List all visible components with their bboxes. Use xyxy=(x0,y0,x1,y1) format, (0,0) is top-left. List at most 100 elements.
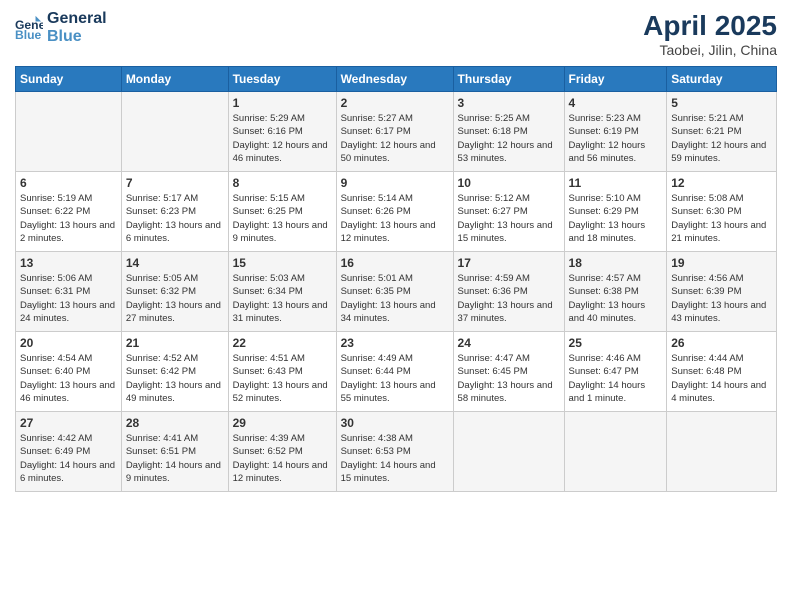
day-cell: 11 Sunrise: 5:10 AMSunset: 6:29 PMDayligh… xyxy=(564,172,667,252)
day-info: Sunrise: 5:29 AMSunset: 6:16 PMDaylight:… xyxy=(233,112,332,165)
col-thursday: Thursday xyxy=(453,67,564,92)
day-number: 27 xyxy=(20,416,117,430)
day-number: 12 xyxy=(671,176,772,190)
day-info: Sunrise: 5:14 AMSunset: 6:26 PMDaylight:… xyxy=(341,192,449,245)
day-info: Sunrise: 4:51 AMSunset: 6:43 PMDaylight:… xyxy=(233,352,332,405)
day-number: 7 xyxy=(126,176,224,190)
day-cell: 25 Sunrise: 4:46 AMSunset: 6:47 PMDayligh… xyxy=(564,332,667,412)
day-cell: 21 Sunrise: 4:52 AMSunset: 6:42 PMDayligh… xyxy=(121,332,228,412)
day-info: Sunrise: 5:25 AMSunset: 6:18 PMDaylight:… xyxy=(458,112,560,165)
calendar-container: General Blue General Blue April 2025 Tao… xyxy=(0,0,792,612)
day-cell: 9 Sunrise: 5:14 AMSunset: 6:26 PMDaylight… xyxy=(336,172,453,252)
logo-blue: Blue xyxy=(47,28,107,46)
day-cell: 29 Sunrise: 4:39 AMSunset: 6:52 PMDayligh… xyxy=(228,412,336,492)
day-number: 28 xyxy=(126,416,224,430)
week-row-2: 6Sunrise: 5:19 AMSunset: 6:22 PMDaylight… xyxy=(16,172,777,252)
day-info: Sunrise: 4:44 AMSunset: 6:48 PMDaylight:… xyxy=(671,352,772,405)
day-info: Sunrise: 5:15 AMSunset: 6:25 PMDaylight:… xyxy=(233,192,332,245)
day-number: 1 xyxy=(233,96,332,110)
day-number: 13 xyxy=(20,256,117,270)
day-number: 23 xyxy=(341,336,449,350)
day-cell: 18Sunrise: 4:57 AMSunset: 6:38 PMDayligh… xyxy=(564,252,667,332)
day-number: 21 xyxy=(126,336,224,350)
week-row-1: 1 Sunrise: 5:29 AMSunset: 6:16 PMDaylight… xyxy=(16,92,777,172)
day-number: 4 xyxy=(569,96,663,110)
day-info: Sunrise: 5:03 AMSunset: 6:34 PMDaylight:… xyxy=(233,272,332,325)
day-info: Sunrise: 5:01 AMSunset: 6:35 PMDaylight:… xyxy=(341,272,449,325)
subtitle: Taobei, Jilin, China xyxy=(643,42,777,58)
calendar-body: 1 Sunrise: 5:29 AMSunset: 6:16 PMDaylight… xyxy=(16,92,777,492)
day-cell: 10Sunrise: 5:12 AMSunset: 6:27 PMDayligh… xyxy=(453,172,564,252)
day-cell xyxy=(667,412,777,492)
header: General Blue General Blue April 2025 Tao… xyxy=(15,10,777,58)
day-cell: 30 Sunrise: 4:38 AMSunset: 6:53 PMDayligh… xyxy=(336,412,453,492)
day-info: Sunrise: 5:10 AMSunset: 6:29 PMDaylight:… xyxy=(569,192,663,245)
week-row-3: 13 Sunrise: 5:06 AMSunset: 6:31 PMDayligh… xyxy=(16,252,777,332)
day-cell: 13 Sunrise: 5:06 AMSunset: 6:31 PMDayligh… xyxy=(16,252,122,332)
day-number: 5 xyxy=(671,96,772,110)
day-info: Sunrise: 5:19 AMSunset: 6:22 PMDaylight:… xyxy=(20,192,117,245)
day-info: Sunrise: 4:38 AMSunset: 6:53 PMDaylight:… xyxy=(341,432,449,485)
day-cell: 2 Sunrise: 5:27 AMSunset: 6:17 PMDaylight… xyxy=(336,92,453,172)
day-cell: 7Sunrise: 5:17 AMSunset: 6:23 PMDaylight… xyxy=(121,172,228,252)
day-number: 22 xyxy=(233,336,332,350)
col-friday: Friday xyxy=(564,67,667,92)
svg-text:Blue: Blue xyxy=(15,28,42,42)
day-number: 25 xyxy=(569,336,663,350)
day-info: Sunrise: 4:46 AMSunset: 6:47 PMDaylight:… xyxy=(569,352,663,405)
day-cell: 16 Sunrise: 5:01 AMSunset: 6:35 PMDayligh… xyxy=(336,252,453,332)
day-cell: 5Sunrise: 5:21 AMSunset: 6:21 PMDaylight… xyxy=(667,92,777,172)
header-row: Sunday Monday Tuesday Wednesday Thursday… xyxy=(16,67,777,92)
day-number: 18 xyxy=(569,256,663,270)
day-cell: 15 Sunrise: 5:03 AMSunset: 6:34 PMDayligh… xyxy=(228,252,336,332)
day-cell: 8 Sunrise: 5:15 AMSunset: 6:25 PMDaylight… xyxy=(228,172,336,252)
col-sunday: Sunday xyxy=(16,67,122,92)
day-number: 16 xyxy=(341,256,449,270)
day-number: 2 xyxy=(341,96,449,110)
day-info: Sunrise: 4:54 AMSunset: 6:40 PMDaylight:… xyxy=(20,352,117,405)
day-number: 26 xyxy=(671,336,772,350)
day-cell: 19 Sunrise: 4:56 AMSunset: 6:39 PMDayligh… xyxy=(667,252,777,332)
day-info: Sunrise: 5:06 AMSunset: 6:31 PMDaylight:… xyxy=(20,272,117,325)
day-cell: 4 Sunrise: 5:23 AMSunset: 6:19 PMDaylight… xyxy=(564,92,667,172)
day-cell: 1 Sunrise: 5:29 AMSunset: 6:16 PMDaylight… xyxy=(228,92,336,172)
calendar-header: Sunday Monday Tuesday Wednesday Thursday… xyxy=(16,67,777,92)
day-number: 10 xyxy=(458,176,560,190)
day-cell: 27 Sunrise: 4:42 AMSunset: 6:49 PMDayligh… xyxy=(16,412,122,492)
title-block: April 2025 Taobei, Jilin, China xyxy=(643,10,777,58)
week-row-4: 20 Sunrise: 4:54 AMSunset: 6:40 PMDayligh… xyxy=(16,332,777,412)
day-number: 24 xyxy=(458,336,560,350)
day-number: 20 xyxy=(20,336,117,350)
day-number: 8 xyxy=(233,176,332,190)
day-info: Sunrise: 4:56 AMSunset: 6:39 PMDaylight:… xyxy=(671,272,772,325)
col-wednesday: Wednesday xyxy=(336,67,453,92)
day-info: Sunrise: 4:59 AMSunset: 6:36 PMDaylight:… xyxy=(458,272,560,325)
logo: General Blue General Blue xyxy=(15,10,107,45)
day-number: 14 xyxy=(126,256,224,270)
day-info: Sunrise: 4:49 AMSunset: 6:44 PMDaylight:… xyxy=(341,352,449,405)
day-info: Sunrise: 5:27 AMSunset: 6:17 PMDaylight:… xyxy=(341,112,449,165)
col-monday: Monday xyxy=(121,67,228,92)
day-cell: 6Sunrise: 5:19 AMSunset: 6:22 PMDaylight… xyxy=(16,172,122,252)
day-info: Sunrise: 4:41 AMSunset: 6:51 PMDaylight:… xyxy=(126,432,224,485)
day-info: Sunrise: 4:42 AMSunset: 6:49 PMDaylight:… xyxy=(20,432,117,485)
day-number: 11 xyxy=(569,176,663,190)
day-cell: 12Sunrise: 5:08 AMSunset: 6:30 PMDayligh… xyxy=(667,172,777,252)
day-cell: 24Sunrise: 4:47 AMSunset: 6:45 PMDayligh… xyxy=(453,332,564,412)
day-number: 30 xyxy=(341,416,449,430)
day-number: 15 xyxy=(233,256,332,270)
day-info: Sunrise: 5:23 AMSunset: 6:19 PMDaylight:… xyxy=(569,112,663,165)
week-row-5: 27 Sunrise: 4:42 AMSunset: 6:49 PMDayligh… xyxy=(16,412,777,492)
day-number: 19 xyxy=(671,256,772,270)
day-cell: 23 Sunrise: 4:49 AMSunset: 6:44 PMDayligh… xyxy=(336,332,453,412)
day-info: Sunrise: 4:52 AMSunset: 6:42 PMDaylight:… xyxy=(126,352,224,405)
day-cell: 22 Sunrise: 4:51 AMSunset: 6:43 PMDayligh… xyxy=(228,332,336,412)
day-number: 29 xyxy=(233,416,332,430)
day-info: Sunrise: 4:39 AMSunset: 6:52 PMDaylight:… xyxy=(233,432,332,485)
day-cell: 17 Sunrise: 4:59 AMSunset: 6:36 PMDayligh… xyxy=(453,252,564,332)
day-number: 9 xyxy=(341,176,449,190)
col-tuesday: Tuesday xyxy=(228,67,336,92)
day-number: 17 xyxy=(458,256,560,270)
calendar-table: Sunday Monday Tuesday Wednesday Thursday… xyxy=(15,66,777,492)
day-info: Sunrise: 5:05 AMSunset: 6:32 PMDaylight:… xyxy=(126,272,224,325)
